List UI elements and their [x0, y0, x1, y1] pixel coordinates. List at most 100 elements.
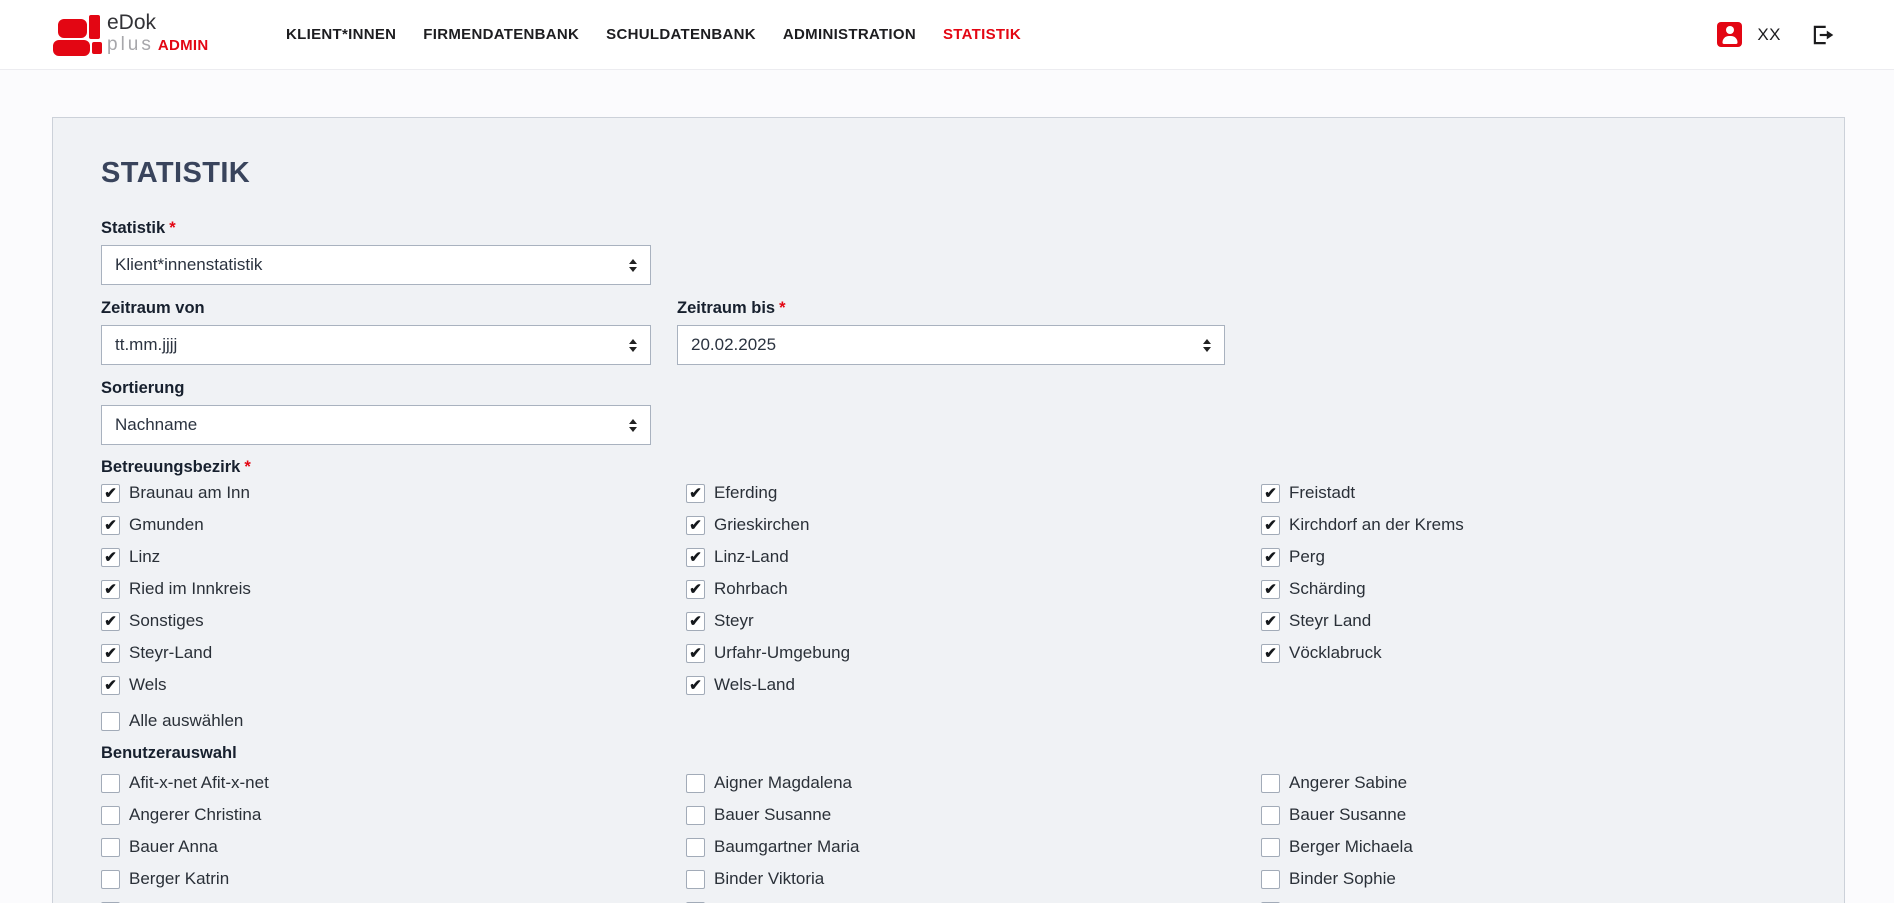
checkbox[interactable]: [101, 870, 120, 889]
district-checkbox-item[interactable]: Perg: [1261, 541, 1796, 573]
checkbox-label: Linz: [129, 547, 160, 567]
checkbox[interactable]: [1261, 580, 1280, 599]
app-logo[interactable]: eDok plusADMIN: [52, 10, 202, 60]
user-checkbox-item[interactable]: Binder Viktoria: [686, 863, 1261, 895]
nav-item[interactable]: ADMINISTRATION: [783, 26, 916, 43]
checkbox-label: Linz-Land: [714, 547, 789, 567]
select-all-checkbox-item[interactable]: Alle auswählen: [101, 705, 1796, 737]
user-checkbox-item[interactable]: Angerer Christina: [101, 799, 686, 831]
district-checkbox-item[interactable]: Freistadt: [1261, 477, 1796, 509]
nav-item[interactable]: KLIENT*INNEN: [286, 26, 396, 43]
zeitraum-bis-select[interactable]: 20.02.2025: [677, 325, 1225, 365]
select-all-checkbox[interactable]: [101, 712, 120, 731]
checkbox[interactable]: [1261, 838, 1280, 857]
user-checkbox-item[interactable]: Branstaller Sarah: [686, 895, 1261, 903]
district-checkbox-item[interactable]: Steyr Land: [1261, 605, 1796, 637]
checkbox[interactable]: [686, 838, 705, 857]
checkbox[interactable]: [686, 516, 705, 535]
district-checkbox-item[interactable]: Vöcklabruck: [1261, 637, 1796, 669]
user-checkbox-item[interactable]: Baumgartner Maria: [686, 831, 1261, 863]
district-checkbox-item[interactable]: Wels-Land: [686, 669, 1261, 701]
checkbox-label: Aigner Magdalena: [714, 773, 852, 793]
user-checkbox-item[interactable]: Brunner Claudia: [101, 895, 686, 903]
app-header: eDok plusADMIN KLIENT*INNEN FIRMENDATENB…: [0, 0, 1894, 70]
checkbox[interactable]: [686, 580, 705, 599]
district-checkbox-item[interactable]: Wels: [101, 669, 686, 701]
logo-admin-badge: ADMIN: [158, 37, 209, 54]
label-text: Statistik: [101, 219, 165, 237]
nav-item[interactable]: STATISTIK: [943, 26, 1021, 43]
checkbox[interactable]: [686, 484, 705, 503]
checkbox[interactable]: [1261, 484, 1280, 503]
checkbox-label: Angerer Sabine: [1289, 773, 1407, 793]
district-checkbox-item[interactable]: Eferding: [686, 477, 1261, 509]
checkbox-label: Gmunden: [129, 515, 204, 535]
checkbox[interactable]: [101, 580, 120, 599]
user-icon[interactable]: [1717, 22, 1742, 47]
checkbox-label: Bauer Susanne: [714, 805, 831, 825]
district-checkbox-item[interactable]: Grieskirchen: [686, 509, 1261, 541]
checkbox[interactable]: [101, 644, 120, 663]
checkbox[interactable]: [686, 676, 705, 695]
user-checkbox-item[interactable]: Afit-x-net Afit-x-net: [101, 767, 686, 799]
user-checkbox-item[interactable]: Bauer Susanne: [1261, 799, 1796, 831]
nav-item[interactable]: FIRMENDATENBANK: [423, 26, 579, 43]
user-checkbox-item[interactable]: Branstaller Claudia: [1261, 895, 1796, 903]
checkbox[interactable]: [1261, 870, 1280, 889]
checkbox-label: Afit-x-net Afit-x-net: [129, 773, 269, 793]
district-checkbox-item[interactable]: Steyr: [686, 605, 1261, 637]
statistik-select[interactable]: Klient*innenstatistik: [101, 245, 651, 285]
checkbox[interactable]: [1261, 806, 1280, 825]
user-checkbox-item[interactable]: Angerer Sabine: [1261, 767, 1796, 799]
checkbox[interactable]: [101, 612, 120, 631]
checkbox-label: Angerer Christina: [129, 805, 261, 825]
district-checkbox-item[interactable]: Rohrbach: [686, 573, 1261, 605]
district-checkbox-item[interactable]: Sonstiges: [101, 605, 686, 637]
user-checkbox-item[interactable]: Aigner Magdalena: [686, 767, 1261, 799]
checkbox[interactable]: [1261, 548, 1280, 567]
checkbox[interactable]: [686, 644, 705, 663]
logo-name: eDok: [107, 12, 209, 34]
user-checkbox-item[interactable]: Bauer Susanne: [686, 799, 1261, 831]
district-checkbox-item[interactable]: Gmunden: [101, 509, 686, 541]
nav-item[interactable]: SCHULDATENBANK: [606, 26, 756, 43]
district-checkbox-item[interactable]: Ried im Innkreis: [101, 573, 686, 605]
district-checkbox-item[interactable]: Urfahr-Umgebung: [686, 637, 1261, 669]
checkbox-label: Berger Katrin: [129, 869, 229, 889]
checkbox[interactable]: [101, 516, 120, 535]
checkbox[interactable]: [686, 774, 705, 793]
checkbox[interactable]: [686, 806, 705, 825]
user-checkbox-item[interactable]: Bauer Anna: [101, 831, 686, 863]
district-checkbox-item[interactable]: Braunau am Inn: [101, 477, 686, 509]
checkbox[interactable]: [101, 548, 120, 567]
user-checkbox-item[interactable]: Berger Michaela: [1261, 831, 1796, 863]
checkbox[interactable]: [1261, 516, 1280, 535]
checkbox[interactable]: [101, 838, 120, 857]
sortierung-select[interactable]: Nachname: [101, 405, 651, 445]
zeitraum-von-label: Zeitraum von: [101, 298, 651, 318]
select-caret-icon: [629, 339, 637, 352]
checkbox[interactable]: [101, 484, 120, 503]
checkbox[interactable]: [101, 806, 120, 825]
district-checkbox-item[interactable]: Steyr-Land: [101, 637, 686, 669]
district-checkbox-item[interactable]: Linz-Land: [686, 541, 1261, 573]
checkbox[interactable]: [1261, 612, 1280, 631]
zeitraum-von-select[interactable]: tt.mm.jjjj: [101, 325, 651, 365]
checkbox[interactable]: [101, 774, 120, 793]
sortierung-label: Sortierung: [101, 378, 1796, 398]
user-checkbox-item[interactable]: Binder Sophie: [1261, 863, 1796, 895]
checkbox-label: Braunau am Inn: [129, 483, 250, 503]
checkbox[interactable]: [101, 676, 120, 695]
district-checkbox-item[interactable]: Schärding: [1261, 573, 1796, 605]
checkbox[interactable]: [686, 870, 705, 889]
checkbox[interactable]: [1261, 774, 1280, 793]
checkbox[interactable]: [1261, 644, 1280, 663]
district-checkbox-item[interactable]: Kirchdorf an der Krems: [1261, 509, 1796, 541]
checkbox[interactable]: [686, 548, 705, 567]
logout-icon[interactable]: [1810, 22, 1836, 48]
user-checkbox-item[interactable]: Berger Katrin: [101, 863, 686, 895]
statistik-label: Statistik*: [101, 218, 1796, 238]
label-text: Zeitraum bis: [677, 299, 775, 317]
checkbox[interactable]: [686, 612, 705, 631]
district-checkbox-item[interactable]: Linz: [101, 541, 686, 573]
